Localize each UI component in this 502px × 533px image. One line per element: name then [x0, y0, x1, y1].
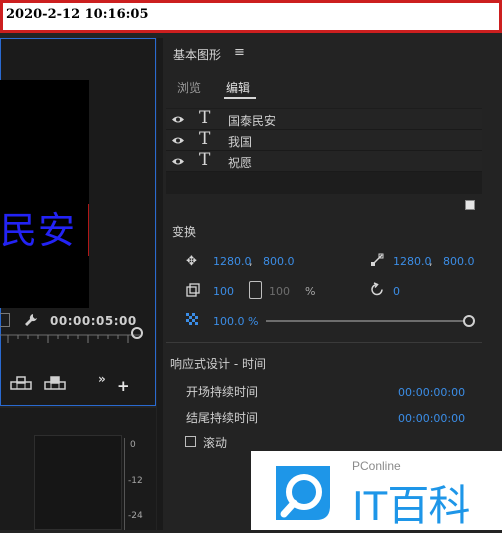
watermark-brand-text: PConline — [352, 459, 401, 473]
anchor-y-value[interactable]: 800.0 — [443, 255, 475, 268]
layer-row[interactable]: T 国泰民安 — [166, 108, 482, 130]
anchor-separator: , — [429, 255, 433, 268]
anchor-point-icon — [371, 253, 384, 266]
position-x-value[interactable]: 1280.0 — [213, 255, 252, 268]
meter-scale-line — [124, 438, 125, 530]
intro-duration-label: 开场持续时间 — [186, 385, 259, 399]
eye-icon[interactable] — [171, 136, 185, 145]
duration-timecode[interactable]: 00:00:05:00 — [50, 314, 137, 328]
quality-dropdown[interactable] — [0, 313, 10, 327]
intro-duration-value[interactable]: 00:00:00:00 — [398, 386, 465, 399]
position-separator: , — [249, 255, 253, 268]
layer-name: 祝愿 — [228, 156, 253, 170]
section-divider — [166, 342, 482, 343]
layer-name: 国泰民安 — [228, 114, 277, 128]
extract-icon[interactable] — [44, 376, 66, 390]
scale-unit: % — [305, 285, 316, 298]
timeline-ruler[interactable] — [0, 333, 140, 347]
meter-label-0: 0 — [130, 440, 136, 450]
video-preview[interactable] — [0, 80, 89, 308]
link-scale-icon[interactable] — [249, 281, 262, 299]
position-y-value[interactable]: 800.0 — [263, 255, 295, 268]
active-tab-indicator — [224, 97, 256, 99]
scale-value[interactable]: 100 — [213, 285, 234, 298]
text-layer-icon: T — [199, 150, 211, 170]
tab-edit[interactable]: 编辑 — [226, 79, 250, 96]
opacity-slider-track[interactable] — [266, 320, 466, 322]
text-bounding-edge — [88, 204, 89, 256]
watermark-title-text: IT百科 — [352, 482, 470, 529]
opacity-value[interactable]: 100.0 % — [213, 315, 258, 328]
rotation-icon — [371, 282, 383, 296]
wrench-icon[interactable] — [24, 313, 38, 327]
text-layer-icon: T — [199, 129, 211, 149]
more-controls-icon[interactable]: » — [98, 372, 106, 386]
panel-menu-icon[interactable]: ≡ — [234, 45, 245, 60]
eye-icon[interactable] — [171, 157, 185, 166]
playhead-handle[interactable] — [131, 327, 143, 339]
transform-section-label: 变换 — [172, 225, 197, 239]
outro-duration-value[interactable]: 00:00:00:00 — [398, 412, 465, 425]
datetime-label: 2020-2-12 10:16:05 — [6, 7, 149, 22]
panel-title: 基本图形 — [173, 48, 222, 62]
meter-label-24: -24 — [128, 511, 143, 521]
meter-label-12: -12 — [128, 476, 143, 486]
text-layer-icon: T — [199, 108, 211, 128]
layer-row[interactable]: T 祝愿 — [166, 150, 482, 172]
tab-browse[interactable]: 浏览 — [177, 79, 201, 96]
responsive-design-label: 响应式设计 - 时间 — [170, 357, 266, 371]
rotation-value[interactable]: 0 — [393, 285, 400, 298]
audio-meter — [34, 435, 122, 530]
pconline-logo-icon — [276, 466, 330, 520]
eye-icon[interactable] — [171, 115, 185, 124]
layer-row[interactable]: T 我国 — [166, 129, 482, 151]
new-layer-icon[interactable] — [465, 200, 475, 210]
scale-dimmed-value: 100 — [269, 285, 290, 298]
layer-list[interactable]: T 国泰民安 T 我国 T 祝愿 — [166, 108, 482, 194]
scale-icon — [186, 283, 200, 297]
opacity-slider-handle[interactable] — [463, 315, 475, 327]
anchor-x-value[interactable]: 1280.0 — [393, 255, 432, 268]
opacity-icon — [186, 313, 198, 325]
roll-label: 滚动 — [203, 436, 228, 450]
add-button-icon[interactable]: + — [117, 377, 130, 395]
video-caption-text: 民安 — [0, 209, 76, 252]
layer-name: 我国 — [228, 135, 253, 149]
lift-icon[interactable] — [10, 376, 32, 390]
outro-duration-label: 结尾持续时间 — [186, 411, 259, 425]
position-icon: ✥ — [186, 254, 197, 269]
roll-checkbox[interactable] — [185, 436, 196, 447]
